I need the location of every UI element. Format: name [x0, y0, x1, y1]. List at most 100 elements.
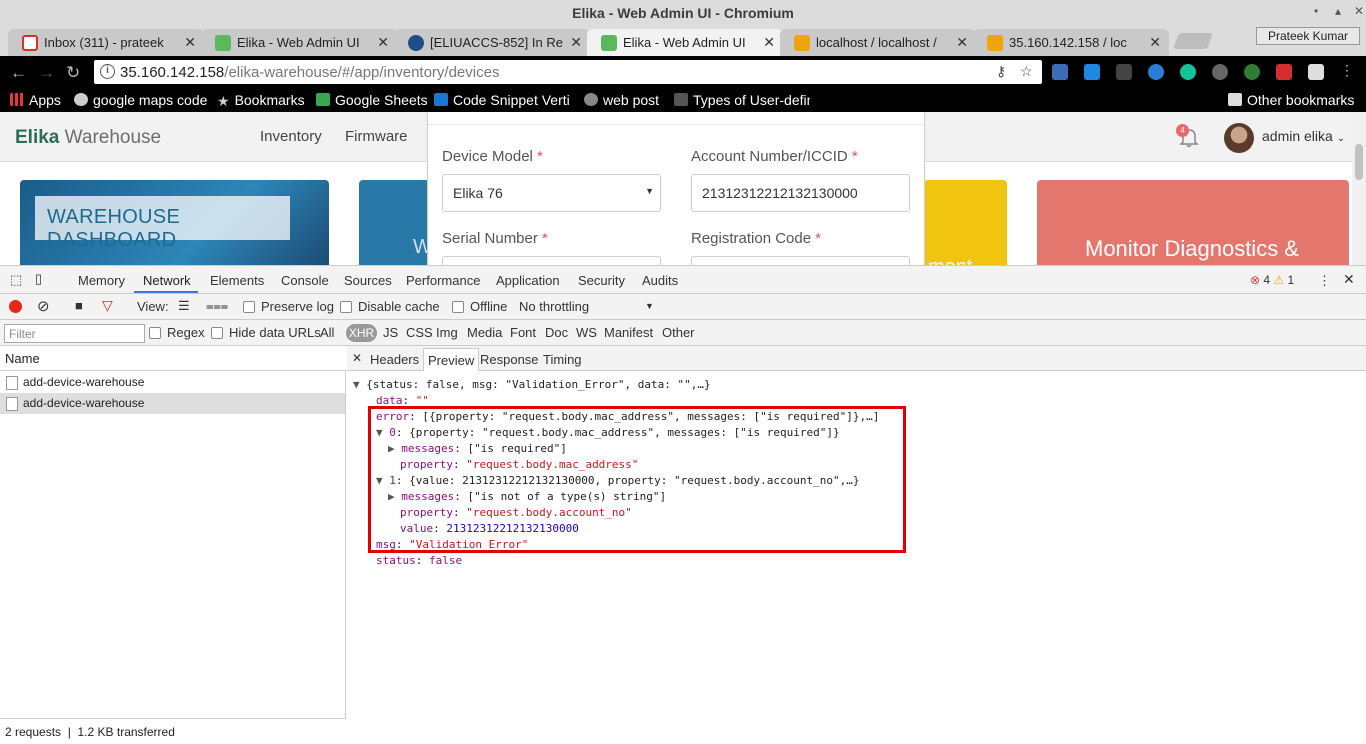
inspect-icon[interactable]: ⬚	[10, 272, 22, 288]
tab-memory[interactable]: Memory	[78, 273, 125, 288]
browser-tab-jira[interactable]: [ELIUACCS-852] In Re ✕	[394, 29, 590, 56]
bookmark-google-maps[interactable]: google maps code	[74, 92, 207, 108]
minimize-icon[interactable]: •	[1314, 4, 1318, 18]
request-row[interactable]: add-device-warehouse	[0, 372, 345, 393]
key-icon[interactable]: ⚷	[996, 63, 1006, 80]
card-partial[interactable]: W	[359, 180, 431, 265]
new-tab-button[interactable]	[1173, 33, 1213, 49]
close-tab-icon[interactable]: ✕	[763, 34, 775, 51]
close-tab-icon[interactable]: ✕	[956, 34, 968, 51]
tab-sources[interactable]: Sources	[344, 273, 392, 288]
tab-headers[interactable]: Headers	[370, 352, 419, 367]
extension-icon-2[interactable]	[1084, 64, 1100, 80]
extension-icon-6[interactable]	[1212, 64, 1228, 80]
regex-checkbox[interactable]: Regex	[149, 325, 205, 340]
nav-inventory[interactable]: Inventory	[260, 128, 322, 145]
tab-application[interactable]: Application	[496, 273, 560, 288]
extension-icon-8[interactable]	[1276, 64, 1292, 80]
registration-code-input[interactable]	[691, 256, 910, 265]
close-tab-icon[interactable]: ✕	[184, 34, 196, 51]
reload-icon[interactable]: ↻	[66, 63, 80, 83]
tab-console[interactable]: Console	[281, 273, 329, 288]
chrome-menu-icon[interactable]: ⋮	[1340, 62, 1356, 78]
bookmark-apps[interactable]: Apps	[10, 92, 61, 108]
bookmark-code-snippet[interactable]: Code Snippet Verti	[434, 92, 570, 108]
grammarly-icon[interactable]	[1180, 64, 1196, 80]
user-menu[interactable]: admin elika ⌄	[1262, 128, 1345, 144]
waterfall-view-icon[interactable]: ⩶	[206, 298, 228, 314]
close-devtools-icon[interactable]: ✕	[1343, 271, 1355, 288]
extension-icon-3[interactable]	[1116, 64, 1132, 80]
filter-doc[interactable]: Doc	[545, 325, 568, 340]
address-bar[interactable]: i 35.160.142.158/elika-warehouse/#/app/i…	[94, 60, 1042, 84]
maximize-icon[interactable]: ▴	[1335, 4, 1341, 18]
extension-icon-4[interactable]	[1148, 64, 1164, 80]
extension-icon-1[interactable]	[1052, 64, 1068, 80]
bookmark-web-post[interactable]: web post	[584, 92, 659, 108]
preview-root[interactable]: ▼ {status: false, msg: "Validation_Error…	[353, 378, 711, 391]
bookmark-google-sheets[interactable]: Google Sheets	[316, 92, 428, 108]
throttling-select[interactable]: No throttling ▼	[519, 299, 654, 314]
bookmark-bookmarks[interactable]: ★ Bookmarks	[217, 92, 305, 109]
tab-preview[interactable]: Preview	[423, 348, 480, 371]
filter-font[interactable]: Font	[510, 325, 536, 340]
forward-icon[interactable]: →	[38, 63, 55, 83]
filter-css[interactable]: CSS	[406, 325, 433, 340]
error-count[interactable]: ⊗ 4 ⚠ 1	[1250, 273, 1294, 287]
bookmark-star-icon[interactable]: ☆	[1020, 63, 1033, 80]
tab-performance[interactable]: Performance	[406, 273, 480, 288]
filter-all[interactable]: All	[320, 325, 334, 340]
device-model-select[interactable]: Elika 76 ▼	[442, 174, 661, 212]
page-scrollbar[interactable]	[1352, 112, 1366, 265]
nav-firmware[interactable]: Firmware	[345, 128, 408, 145]
tab-security[interactable]: Security	[578, 273, 625, 288]
notifications-bell-icon[interactable]: 4	[1176, 124, 1202, 150]
card-management[interactable]: ment	[924, 180, 1007, 265]
filter-img[interactable]: Img	[436, 325, 458, 340]
tab-elements[interactable]: Elements	[210, 273, 264, 288]
disable-cache-checkbox[interactable]: Disable cache	[340, 299, 440, 314]
record-icon[interactable]	[9, 300, 22, 313]
browser-tab-localhost[interactable]: localhost / localhost / ✕	[780, 29, 976, 56]
camera-icon[interactable]: ■	[75, 298, 83, 313]
filter-input[interactable]: Filter	[4, 324, 145, 343]
offline-checkbox[interactable]: Offline	[452, 299, 507, 314]
browser-tab-elika-1[interactable]: Elika - Web Admin UI ✕	[201, 29, 397, 56]
profile-button[interactable]: Prateek Kumar	[1256, 27, 1360, 45]
monitor-diagnostics-card[interactable]: Monitor Diagnostics &	[1037, 180, 1349, 265]
filter-icon[interactable]: ▽	[102, 297, 113, 314]
tab-network[interactable]: Network	[143, 273, 191, 288]
clear-icon[interactable]: ⊘	[37, 297, 50, 315]
extension-icon-9[interactable]	[1308, 64, 1324, 80]
warehouse-dashboard-card[interactable]: WAREHOUSE DASHBOARD	[20, 180, 329, 265]
preserve-log-checkbox[interactable]: Preserve log	[243, 299, 334, 314]
close-tab-icon[interactable]: ✕	[377, 34, 389, 51]
tab-timing[interactable]: Timing	[543, 352, 582, 367]
filter-media[interactable]: Media	[467, 325, 502, 340]
close-tab-icon[interactable]: ✕	[1149, 34, 1161, 51]
avatar[interactable]	[1224, 123, 1254, 153]
extension-icon-7[interactable]	[1244, 64, 1260, 80]
tab-response[interactable]: Response	[480, 352, 539, 367]
browser-tab-gmail[interactable]: Inbox (311) - prateek ✕	[8, 29, 204, 56]
filter-js[interactable]: JS	[383, 325, 398, 340]
list-view-icon[interactable]: ☰	[178, 298, 190, 314]
filter-xhr[interactable]: XHR	[346, 324, 377, 342]
filter-manifest[interactable]: Manifest	[604, 325, 653, 340]
back-icon[interactable]: ←	[10, 63, 27, 83]
app-brand[interactable]: Elika Warehouse	[15, 127, 161, 149]
serial-number-input[interactable]	[442, 256, 661, 265]
filter-other[interactable]: Other	[662, 325, 695, 340]
bookmark-types[interactable]: Types of User-define	[674, 92, 810, 108]
request-row-selected[interactable]: add-device-warehouse	[0, 393, 345, 414]
close-detail-icon[interactable]: ✕	[352, 351, 362, 365]
device-toolbar-icon[interactable]: ▯	[35, 271, 42, 287]
name-column-header[interactable]: Name	[0, 346, 346, 371]
filter-ws[interactable]: WS	[576, 325, 597, 340]
tab-audits[interactable]: Audits	[642, 273, 678, 288]
browser-tab-phpmyadmin[interactable]: 35.160.142.158 / loc ✕	[973, 29, 1169, 56]
close-window-icon[interactable]: ✕	[1354, 4, 1364, 18]
info-icon[interactable]: i	[100, 64, 115, 79]
browser-tab-elika-active[interactable]: Elika - Web Admin UI ✕	[587, 29, 783, 56]
close-tab-icon[interactable]: ✕	[570, 34, 582, 51]
